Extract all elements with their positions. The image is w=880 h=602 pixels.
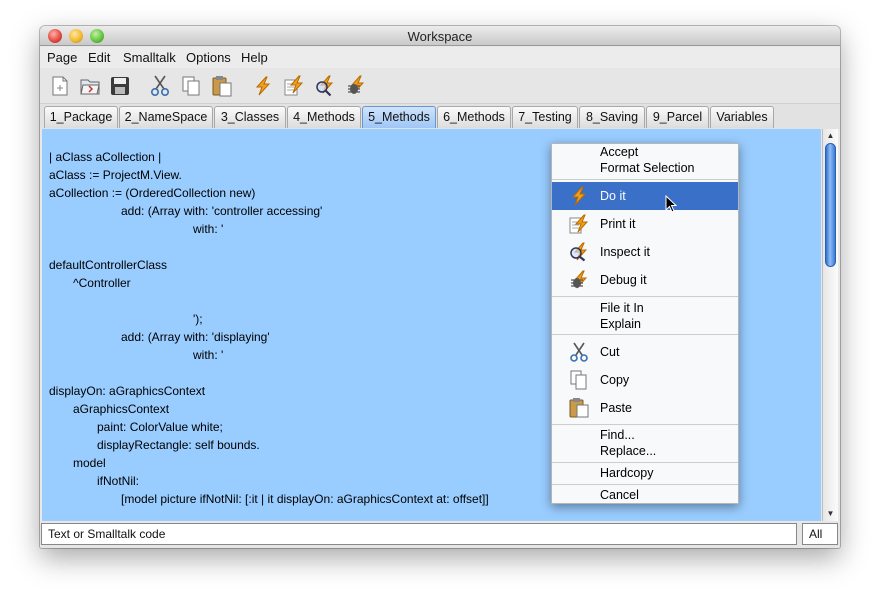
menu-bar: Page Edit Smalltalk Options Help	[40, 47, 840, 68]
menu-item-label: Do it	[600, 189, 626, 203]
menu-item-label: Debug it	[600, 273, 647, 287]
menu-item-explain[interactable]: Explain	[600, 317, 641, 331]
code-line: with: '	[193, 348, 224, 362]
code-line: with: '	[193, 222, 224, 236]
menu-item-debug-it[interactable]: Debug it	[552, 266, 738, 294]
code-line: add: (Array with: 'controller accessing'	[121, 204, 323, 218]
code-line: defaultControllerClass	[49, 258, 168, 272]
print-it-icon[interactable]	[282, 74, 306, 98]
context-menu: Accept Format Selection Do it Print it I…	[551, 143, 739, 504]
code-line: aCollection := (OrderedCollection new)	[49, 186, 256, 200]
tab-9-parcel[interactable]: 9_Parcel	[646, 106, 709, 128]
tab-1-package[interactable]: 1_Package	[44, 106, 118, 128]
status-text: Text or Smalltalk code	[41, 523, 797, 545]
copy-icon[interactable]	[179, 74, 203, 98]
code-line: paint: ColorValue white;	[97, 420, 223, 434]
debug-it-icon	[568, 270, 590, 290]
menu-item-label: Paste	[600, 401, 632, 415]
menu-item-label: Copy	[600, 373, 630, 387]
menu-item-replace[interactable]: Replace...	[600, 444, 656, 458]
status-bar: Text or Smalltalk code All	[40, 522, 840, 548]
tab-8-saving[interactable]: 8_Saving	[579, 106, 645, 128]
menu-separator	[552, 462, 738, 463]
menu-item-do-it[interactable]: Do it	[552, 182, 738, 210]
tab-6-methods[interactable]: 6_Methods	[437, 106, 511, 128]
code-line: | aClass aCollection |	[49, 150, 162, 164]
tab-4-methods[interactable]: 4_Methods	[287, 106, 361, 128]
print-it-icon	[568, 214, 590, 234]
menu-separator	[552, 484, 738, 485]
menu-item-inspect-it[interactable]: Inspect it	[552, 238, 738, 266]
menu-separator	[552, 334, 738, 335]
menu-edit[interactable]: Edit	[88, 50, 110, 65]
code-line: add: (Array with: 'displaying'	[121, 330, 270, 344]
copy-icon	[568, 370, 590, 390]
save-icon[interactable]	[108, 74, 132, 98]
menu-item-label: Inspect it	[600, 245, 651, 259]
inspect-it-icon	[568, 242, 590, 262]
open-icon[interactable]	[78, 74, 102, 98]
tab-variables[interactable]: Variables	[710, 106, 774, 128]
vertical-scrollbar[interactable]: ▲ ▼	[822, 129, 838, 521]
menu-options[interactable]: Options	[186, 50, 231, 65]
page-tabs: 1_Package 2_NameSpace 3_Classes 4_Method…	[40, 104, 840, 129]
debug-it-icon[interactable]	[344, 74, 368, 98]
menu-help[interactable]: Help	[241, 50, 268, 65]
do-it-icon[interactable]	[251, 74, 275, 98]
menu-item-label: Print it	[600, 217, 636, 231]
menu-separator	[552, 296, 738, 297]
menu-item-hardcopy[interactable]: Hardcopy	[600, 466, 654, 480]
scroll-up-arrow-icon[interactable]: ▲	[823, 130, 838, 142]
menu-item-cancel[interactable]: Cancel	[600, 488, 639, 502]
tab-3-classes[interactable]: 3_Classes	[214, 106, 286, 128]
inspect-it-icon[interactable]	[313, 74, 337, 98]
tab-7-testing[interactable]: 7_Testing	[512, 106, 578, 128]
paste-icon[interactable]	[210, 74, 234, 98]
menu-item-find[interactable]: Find...	[600, 428, 635, 442]
code-line: aClass := ProjectM.View.	[49, 168, 182, 182]
code-line: aGraphicsContext	[73, 402, 170, 416]
menu-item-format-selection[interactable]: Format Selection	[600, 161, 694, 175]
code-line: displayOn: aGraphicsContext	[49, 384, 206, 398]
menu-separator	[552, 424, 738, 425]
menu-smalltalk[interactable]: Smalltalk	[123, 50, 176, 65]
scroll-thumb[interactable]	[825, 143, 836, 267]
cut-icon	[568, 342, 590, 362]
menu-item-print-it[interactable]: Print it	[552, 210, 738, 238]
menu-item-file-it-in[interactable]: File it In	[600, 301, 644, 315]
window-title: Workspace	[407, 29, 473, 44]
new-page-icon[interactable]	[48, 74, 72, 98]
mouse-pointer-icon	[665, 195, 677, 213]
code-line: ');	[193, 312, 203, 326]
menu-item-cut[interactable]: Cut	[552, 338, 738, 366]
menu-item-accept[interactable]: Accept	[600, 145, 638, 159]
code-line: ifNotNil:	[97, 474, 140, 488]
title-bar: Workspace	[40, 26, 840, 46]
scroll-down-arrow-icon[interactable]: ▼	[823, 508, 838, 520]
menu-item-paste[interactable]: Paste	[552, 394, 738, 422]
paste-icon	[568, 398, 590, 418]
menu-separator	[552, 179, 738, 180]
tab-2-namespace[interactable]: 2_NameSpace	[119, 106, 213, 128]
tab-5-methods[interactable]: 5_Methods	[362, 106, 436, 128]
menu-page[interactable]: Page	[47, 50, 77, 65]
cut-icon[interactable]	[148, 74, 172, 98]
do-it-icon	[568, 186, 590, 206]
toolbar	[40, 68, 840, 104]
code-line: [model picture ifNotNil: [:it | it displ…	[121, 492, 489, 506]
menu-item-label: Cut	[600, 345, 620, 359]
code-line: model	[73, 456, 106, 470]
code-line: displayRectangle: self bounds.	[97, 438, 260, 452]
code-line: ^Controller	[73, 276, 131, 290]
scope-selector[interactable]: All	[802, 523, 838, 545]
menu-item-copy[interactable]: Copy	[552, 366, 738, 394]
